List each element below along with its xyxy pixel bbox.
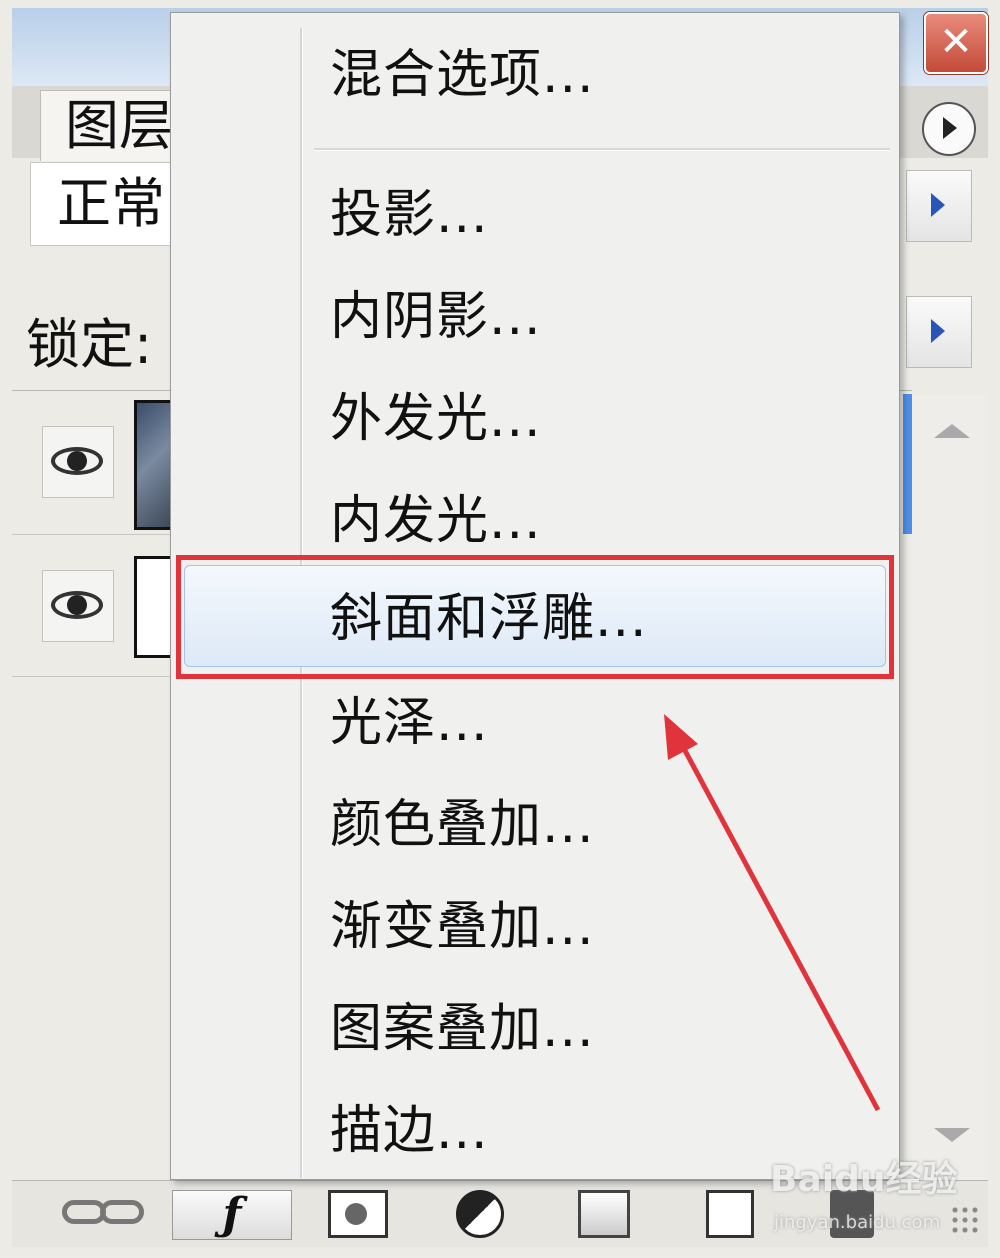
baidu-watermark: Baidu经验 jingyan.baidu.com: [770, 1150, 970, 1240]
watermark-brand: Baidu经验: [770, 1159, 958, 1200]
annotation-arrow-icon: [664, 714, 881, 1112]
watermark-url: jingyan.baidu.com: [774, 1212, 941, 1233]
